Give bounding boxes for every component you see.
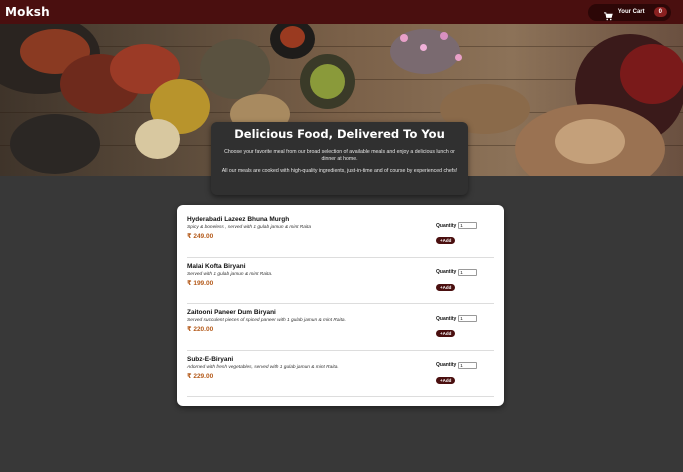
meal-order-form: Quantity +Add (436, 222, 482, 247)
cart-icon (603, 8, 613, 20)
intro-paragraph-2: All our meals are cooked with high-quali… (221, 168, 458, 174)
quantity-label: Quantity (436, 222, 457, 229)
quantity-input[interactable] (458, 315, 478, 322)
quantity-input[interactable] (458, 361, 478, 369)
meal-order-form: Quantity +Add (436, 268, 482, 294)
quantity-input[interactable] (458, 222, 478, 229)
cart-label: Your Cart (617, 9, 645, 15)
meal-item: Subz-E-Biryani Adorned with fresh vegeta… (187, 351, 494, 397)
intro-paragraph-1: Choose your favorite meal from our broad… (224, 149, 455, 162)
add-to-cart-button[interactable]: +Add (436, 330, 456, 337)
intro-title: Delicious Food, Delivered To You (234, 127, 445, 141)
cart-button[interactable]: Your Cart 0 (587, 3, 671, 21)
quantity-label: Quantity (436, 269, 457, 275)
add-to-cart-button[interactable]: +Add (436, 376, 456, 384)
cart-count-badge: 0 (653, 7, 667, 17)
meal-item: Zaitooni Paneer Dum Biryani Served succu… (187, 304, 494, 351)
meal-item: Hyderabadi Lazeez Bhuna Murgh Spicy & bo… (187, 211, 494, 258)
quantity-label: Quantity (436, 362, 457, 368)
add-to-cart-button[interactable]: +Add (436, 283, 456, 291)
meal-order-form: Quantity +Add (436, 361, 482, 387)
add-to-cart-button[interactable]: +Add (436, 237, 456, 244)
quantity-input[interactable] (458, 268, 478, 276)
brand-logo[interactable]: Moksh (5, 5, 50, 19)
quantity-label: Quantity (436, 315, 457, 322)
meals-list: Hyderabadi Lazeez Bhuna Murgh Spicy & bo… (177, 205, 504, 406)
site-header: Moksh Your Cart 0 (0, 0, 683, 24)
intro-card: Delicious Food, Delivered To You Choose … (211, 122, 468, 195)
meal-item: Malai Kofta Biryani Served with 1 gulab … (187, 258, 494, 304)
meal-order-form: Quantity +Add (436, 315, 482, 340)
